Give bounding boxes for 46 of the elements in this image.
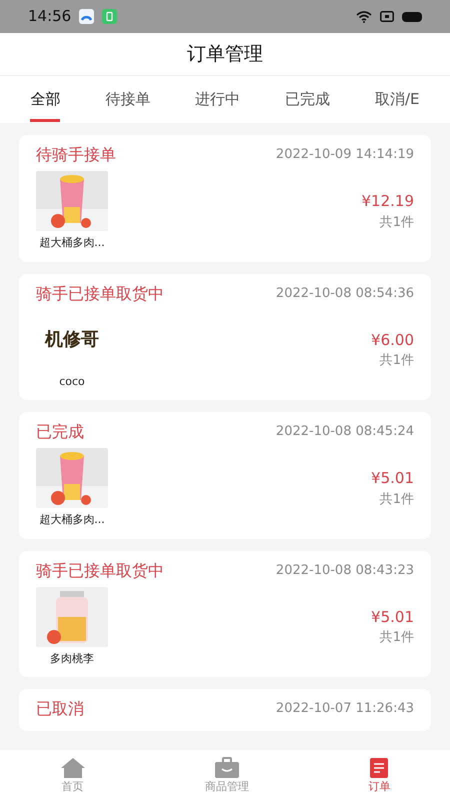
- order-status: 待骑手接单: [36, 144, 116, 166]
- tab[interactable]: 进行中: [195, 76, 240, 124]
- order-card[interactable]: 已取消 2022-10-07 11:26:43: [19, 689, 431, 731]
- app-notification-icon: [79, 9, 94, 24]
- order-status: 已取消: [36, 698, 84, 720]
- order-price: ¥6.00: [371, 330, 414, 351]
- order-time: 2022-10-08 08:43:23: [276, 562, 414, 580]
- nav-tab[interactable]: 订单: [368, 754, 390, 796]
- drink-cup-photo: [36, 171, 108, 231]
- battery-app-icon: [102, 9, 118, 24]
- order-price: ¥12.19: [362, 191, 414, 212]
- product-name: 超大桶多肉...: [39, 235, 105, 251]
- drink-cup-photo: [36, 448, 108, 508]
- status-time: 14:56: [28, 6, 72, 28]
- brand-logo: 机修哥: [44, 328, 100, 352]
- home-icon: [60, 756, 86, 779]
- order-status: 已完成: [36, 421, 84, 443]
- item-count: 共1件: [380, 629, 414, 648]
- tab[interactable]: 已完成: [285, 76, 330, 124]
- wifi-icon: [356, 10, 372, 22]
- drink-bottle-photo: [36, 586, 108, 646]
- item-count: 共1件: [380, 214, 414, 232]
- order-price: ¥5.01: [371, 606, 414, 628]
- order-price: ¥5.01: [371, 468, 414, 490]
- order-card[interactable]: 待骑手接单 2022-10-09 14:14:19 超大桶多肉... ¥12.19 共1件: [19, 135, 431, 262]
- order-status: 骑手已接单取货中: [36, 282, 164, 304]
- tab[interactable]: 全部: [30, 76, 60, 124]
- order-time: 2022-10-08 08:54:36: [276, 284, 414, 303]
- briefcase-icon: [214, 756, 240, 779]
- order-status: 骑手已接单取货中: [36, 560, 164, 582]
- tab[interactable]: 待接单: [105, 76, 150, 124]
- battery-icon: [402, 12, 422, 22]
- page-title: 订单管理: [187, 42, 263, 67]
- product-name: 多肉桃李: [50, 650, 94, 666]
- product-name: 超大桶多肉...: [39, 512, 105, 528]
- tab[interactable]: 取消/E: [375, 76, 420, 124]
- order-time: 2022-10-08 08:45:24: [276, 423, 414, 442]
- order-list-icon: [368, 756, 390, 779]
- product-name: coco: [59, 374, 85, 390]
- order-card[interactable]: 骑手已接单取货中 2022-10-08 08:54:36 机修哥 coco ¥6.00 共1件: [19, 274, 431, 400]
- order-card[interactable]: 已完成 2022-10-08 08:45:24 超大桶多肉... ¥5.01 共1件: [19, 412, 431, 538]
- order-card[interactable]: 骑手已接单取货中 2022-10-08 08:43:23 多肉桃李 ¥5.01 共1件: [19, 550, 431, 677]
- item-count: 共1件: [380, 352, 414, 370]
- order-time: 2022-10-07 11:26:43: [276, 700, 414, 718]
- order-time: 2022-10-09 14:14:19: [276, 146, 414, 164]
- item-count: 共1件: [380, 490, 414, 509]
